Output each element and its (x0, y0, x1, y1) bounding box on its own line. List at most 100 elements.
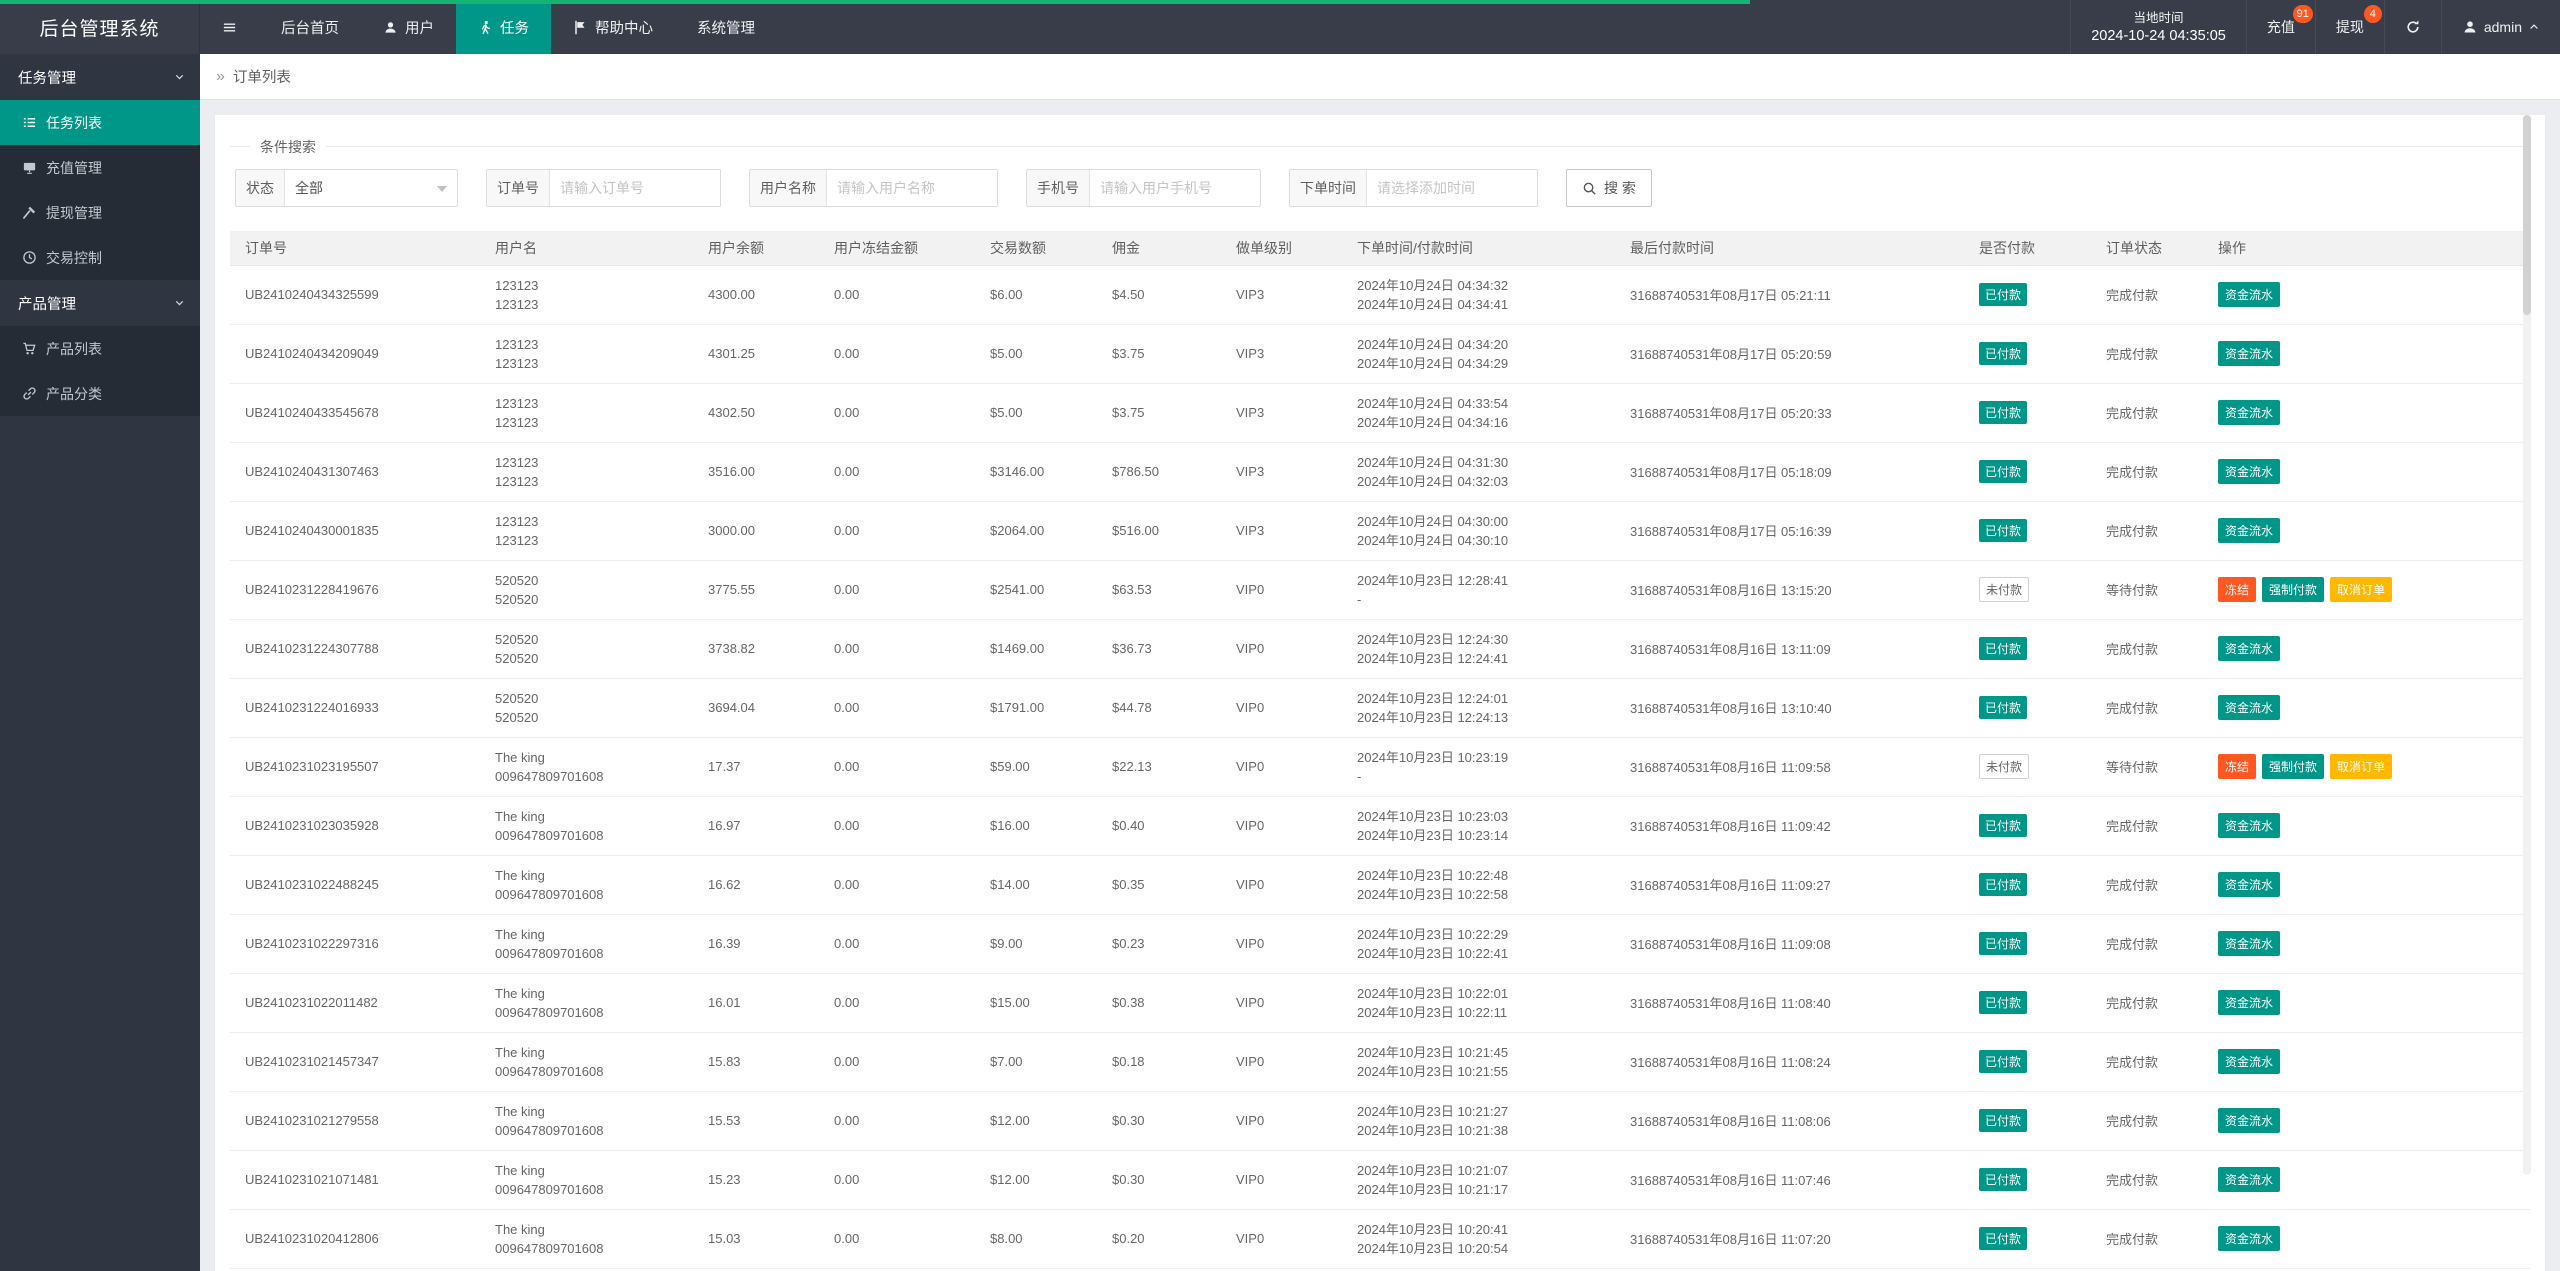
breadcrumb: » 订单列表 (200, 54, 2560, 100)
flow-action-button[interactable]: 资金流水 (2218, 636, 2281, 661)
cell-order-no: UB2410231022297316 (230, 914, 480, 974)
cell-level: VIP0 (1221, 1032, 1342, 1092)
freeze-action-button[interactable]: 冻结 (2218, 577, 2257, 602)
flow-action-button[interactable]: 资金流水 (2218, 931, 2281, 956)
flow-action-button[interactable]: 资金流水 (2218, 1226, 2281, 1251)
flow-action-button[interactable]: 资金流水 (2218, 400, 2281, 425)
caret-up-icon (2528, 21, 2540, 33)
flow-action-button[interactable]: 资金流水 (2218, 1108, 2281, 1133)
cell-times: 2024年10月24日 04:34:32 2024年10月24日 04:34:41 (1342, 265, 1615, 325)
force-action-button[interactable]: 强制付款 (2262, 754, 2325, 779)
flow-action-button[interactable]: 资金流水 (2218, 282, 2281, 307)
sidebar-item-任务列表[interactable]: 任务列表 (0, 100, 200, 145)
nav-item-home[interactable]: 后台首页 (259, 0, 361, 54)
nav-item-system[interactable]: 系统管理 (675, 0, 777, 54)
status-select[interactable]: 全部 (285, 170, 457, 206)
recharge-link[interactable]: 充值 91 (2245, 0, 2315, 54)
nav-item-tasks[interactable]: 任务 (456, 0, 551, 54)
unpaid-badge: 未付款 (1979, 754, 2030, 779)
user-name-lines: 123123 123123 (495, 395, 539, 430)
sidebar-item-产品列表[interactable]: 产品列表 (0, 326, 200, 371)
flow-action-button[interactable]: 资金流水 (2218, 459, 2281, 484)
table-row: UB2410231224016933 520520 520520 3694.04 0.0… (230, 678, 2530, 738)
cell-frozen: 0.00 (819, 796, 975, 856)
table-row: UB2410240430001835 123123 123123 3000.00 0.0… (230, 501, 2530, 561)
flow-action-button[interactable]: 资金流水 (2218, 990, 2281, 1015)
table-row: UB2410231021071481 The king 00964780970160… (230, 1150, 2530, 1210)
sidebar-item-交易控制[interactable]: 交易控制 (0, 235, 200, 280)
cell-actions: 资金流水 (2203, 442, 2530, 502)
refresh-button[interactable] (2383, 0, 2441, 54)
cell-balance: 16.39 (693, 914, 819, 974)
chevron-down-icon (173, 70, 186, 83)
cell-paid: 已付款 (1964, 324, 2091, 384)
user-name-lines: 520520 520520 (495, 690, 539, 725)
nav-item-users[interactable]: 用户 (361, 0, 456, 54)
cell-user-name: 123123 123123 (480, 501, 693, 561)
cell-order-no: UB2410231021279558 (230, 1091, 480, 1151)
cell-actions: 冻结 强制付款 取消订单 (2203, 737, 2530, 797)
header-right: 当地时间 2024-10-24 04:35:05 充值 91 提现 4 admi… (2070, 0, 2560, 54)
sidebar-group-0[interactable]: 任务管理 (0, 54, 200, 100)
cell-order-no: UB2410240433545678 (230, 383, 480, 443)
cell-commission: $786.50 (1097, 442, 1221, 502)
cell-level: VIP0 (1221, 855, 1342, 915)
cell-paid: 已付款 (1964, 973, 2091, 1033)
cell-last-pay-time: 31688740531年08月17日 05:20:33 (1615, 383, 1964, 443)
cell-amount: $59.00 (975, 737, 1097, 797)
cell-user-name: 520520 520520 (480, 560, 693, 620)
cell-frozen: 0.00 (819, 678, 975, 738)
cell-times: 2024年10月24日 04:30:00 2024年10月24日 04:30:10 (1342, 501, 1615, 561)
order-no-input[interactable] (550, 170, 720, 206)
cell-frozen: 0.00 (819, 265, 975, 325)
user-menu[interactable]: admin (2440, 0, 2560, 54)
sidebar-group-items: 任务列表 充值管理 提现管理 交易控制 (0, 100, 200, 280)
flow-action-button[interactable]: 资金流水 (2218, 1167, 2281, 1192)
order-pay-time-lines: 2024年10月24日 04:34:32 2024年10月24日 04:34:41 (1357, 277, 1509, 312)
flow-action-button[interactable]: 资金流水 (2218, 813, 2281, 838)
force-action-button[interactable]: 强制付款 (2262, 577, 2325, 602)
cell-last-pay-time: 31688740531年08月16日 13:15:20 (1615, 560, 1964, 620)
table-row: UB2410231020412806 The king 00964780970160… (230, 1209, 2530, 1269)
freeze-action-button[interactable]: 冻结 (2218, 754, 2257, 779)
sidebar-item-充值管理[interactable]: 充值管理 (0, 145, 200, 190)
user-name-lines: The king 009647809701608 (495, 1162, 604, 1197)
cancel-action-button[interactable]: 取消订单 (2330, 754, 2393, 779)
flow-action-button[interactable]: 资金流水 (2218, 695, 2281, 720)
vertical-scrollbar[interactable] (2523, 115, 2531, 1175)
paid-badge: 已付款 (1979, 991, 2028, 1014)
cell-actions: 资金流水 (2203, 1032, 2530, 1092)
search-button[interactable]: 搜 索 (1566, 169, 1652, 207)
user-name-lines: The king 009647809701608 (495, 985, 604, 1020)
sidebar-group-1[interactable]: 产品管理 (0, 280, 200, 326)
cell-frozen: 0.00 (819, 442, 975, 502)
scrollbar-thumb[interactable] (2523, 115, 2531, 315)
order-pay-time-lines: 2024年10月23日 10:22:48 2024年10月23日 10:22:58 (1357, 867, 1509, 902)
withdraw-link[interactable]: 提现 4 (2314, 0, 2384, 54)
cell-balance: 16.62 (693, 855, 819, 915)
flow-action-button[interactable]: 资金流水 (2218, 518, 2281, 543)
cell-level: VIP0 (1221, 1209, 1342, 1269)
cell-commission: $44.78 (1097, 678, 1221, 738)
table-row: UB2410231021279558 The king 00964780970160… (230, 1091, 2530, 1151)
table-row: UB2410231021457347 The king 00964780970160… (230, 1032, 2530, 1092)
cell-order-no: UB2410231021071481 (230, 1150, 480, 1210)
local-time-block: 当地时间 2024-10-24 04:35:05 (2070, 0, 2246, 54)
cell-status: 完成付款 (2091, 619, 2203, 679)
order-time-input[interactable] (1367, 170, 1537, 206)
sidebar-item-提现管理[interactable]: 提现管理 (0, 190, 200, 235)
cancel-action-button[interactable]: 取消订单 (2330, 577, 2393, 602)
nav-item-help[interactable]: 帮助中心 (551, 0, 675, 54)
user-name-input[interactable] (827, 170, 997, 206)
select-caret-icon (437, 186, 447, 192)
user-name-lines: 123123 123123 (495, 454, 539, 489)
flow-action-button[interactable]: 资金流水 (2218, 1049, 2281, 1074)
user-name-lines: The king 009647809701608 (495, 1044, 604, 1079)
phone-input[interactable] (1090, 170, 1260, 206)
nav-item-collapse[interactable] (200, 0, 259, 54)
flow-action-button[interactable]: 资金流水 (2218, 872, 2281, 897)
sidebar-item-产品分类[interactable]: 产品分类 (0, 371, 200, 416)
cell-frozen: 0.00 (819, 501, 975, 561)
flow-action-button[interactable]: 资金流水 (2218, 341, 2281, 366)
cell-balance: 15.03 (693, 1209, 819, 1269)
